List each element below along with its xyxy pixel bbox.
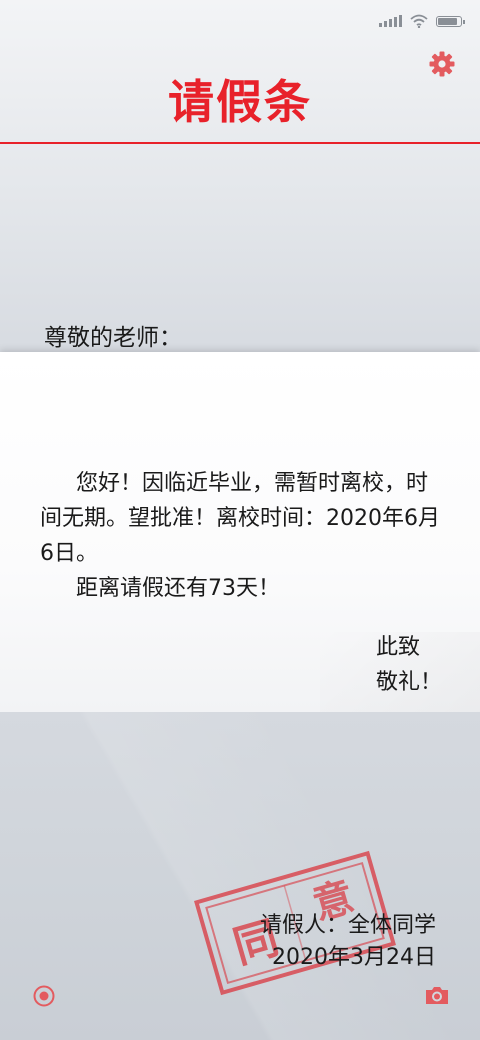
salutation-text: 尊敬的老师： [44, 325, 182, 351]
camera-icon [426, 987, 448, 1004]
record-icon [33, 985, 55, 1007]
record-button[interactable] [32, 984, 56, 1008]
status-bar [379, 12, 465, 30]
paper-top-panel [0, 0, 480, 352]
page-title: 请假条 [168, 75, 312, 129]
leave-note-screen: 请假条 尊敬的老师： 您好！因临近毕业，需暂时离校，时间无期。望批准！离校时间：… [0, 0, 480, 1040]
letter-body: 您好！因临近毕业，需暂时离校，时间无期。望批准！离校时间：2020年6月6日。 … [40, 466, 440, 606]
signal-icon [379, 15, 402, 27]
title-divider [0, 142, 480, 144]
letter-body-paragraph: 您好！因临近毕业，需暂时离校，时间无期。望批准！离校时间：2020年6月6日。 [40, 471, 440, 566]
camera-button[interactable] [424, 984, 450, 1006]
countdown-text: 距离请假还有73天！ [76, 576, 280, 601]
signature-date: 2020年3月24日 [272, 945, 436, 970]
letter-closing: 此致 敬礼！ [376, 630, 442, 700]
wifi-icon [410, 14, 428, 28]
battery-icon [436, 15, 465, 27]
signature-name: 请假人：全体同学 [259, 913, 436, 938]
closing-line-2: 敬礼！ [375, 670, 442, 695]
signature-block: 请假人：全体同学 2020年3月24日 [260, 910, 436, 974]
closing-line-1: 此致 [375, 635, 420, 660]
